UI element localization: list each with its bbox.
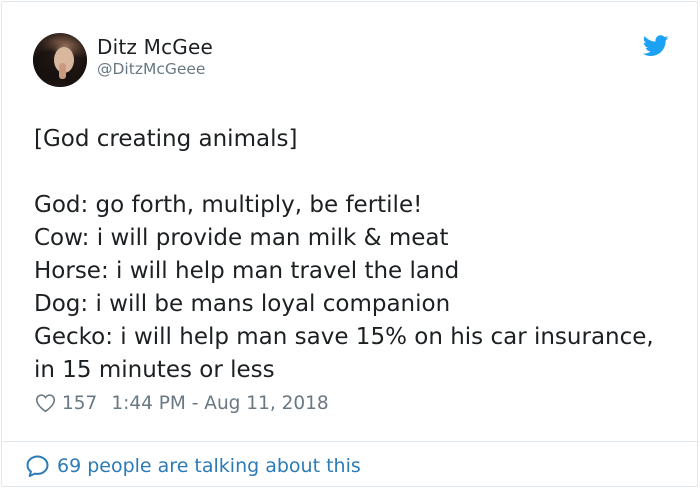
tweet-card: Ditz McGee @DitzMcGeee [God creating ani… (1, 1, 699, 487)
tweet-timestamp[interactable]: 1:44 PM - Aug 11, 2018 (111, 393, 328, 414)
avatar[interactable] (33, 33, 87, 87)
twitter-bird-icon[interactable] (643, 35, 669, 57)
heart-icon[interactable] (35, 393, 56, 413)
talking-link[interactable]: 69 people are talking about this (25, 453, 361, 479)
tweet-meta: 157 1:44 PM - Aug 11, 2018 (35, 391, 329, 415)
speech-bubble-icon (26, 455, 49, 477)
footer-divider (2, 441, 699, 442)
avatar-hand (59, 63, 66, 79)
author-display-name[interactable]: Ditz McGee (97, 35, 213, 59)
like-count[interactable]: 157 (62, 393, 97, 414)
author-handle[interactable]: @DitzMcGeee (97, 60, 205, 78)
tweet-text: [God creating animals] God: go forth, mu… (34, 126, 654, 383)
talking-label: 69 people are talking about this (57, 455, 361, 477)
